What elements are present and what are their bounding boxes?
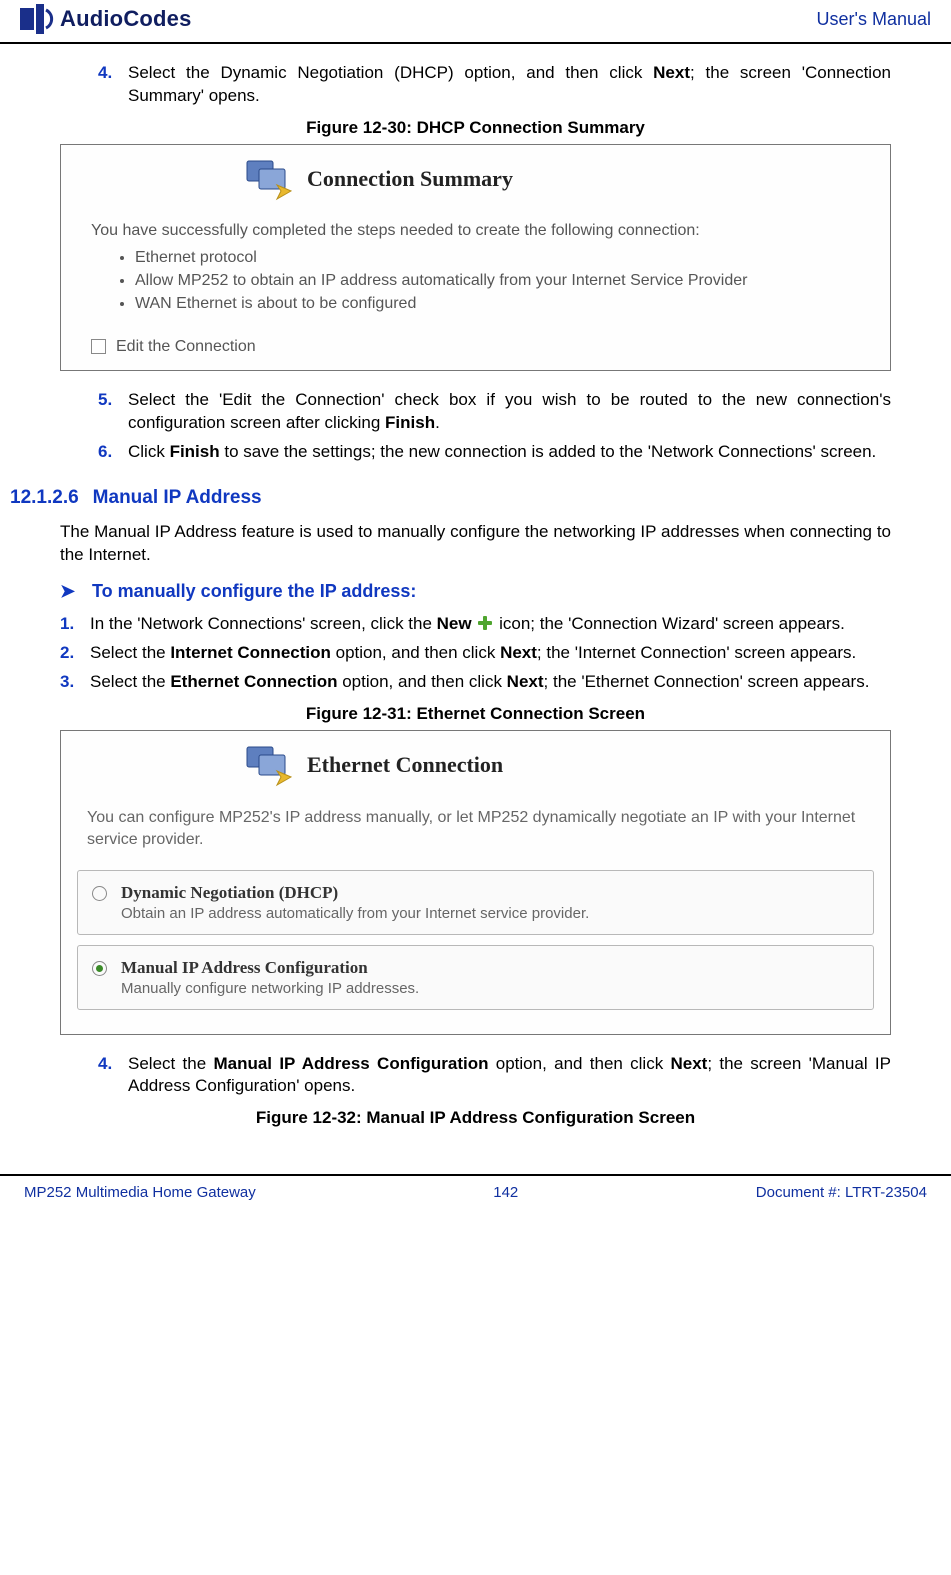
edit-connection-checkbox[interactable] bbox=[91, 339, 106, 354]
screenshot-ethernet-connection: Ethernet Connection You can configure MP… bbox=[60, 730, 891, 1035]
text: option, and then click bbox=[488, 1054, 670, 1073]
footer-doc-number: Document #: LTRT-23504 bbox=[756, 1184, 927, 1201]
section-number: 12.1.2.6 bbox=[10, 487, 79, 509]
option-manual-ip[interactable]: Manual IP Address Configuration Manually… bbox=[77, 945, 874, 1010]
screenshot-title: Connection Summary bbox=[307, 166, 513, 192]
footer-left: MP252 Multimedia Home Gateway bbox=[24, 1184, 256, 1201]
audiocodes-logo-icon bbox=[20, 4, 54, 34]
text: option, and then click bbox=[331, 643, 500, 662]
step-number: 6. bbox=[98, 441, 128, 464]
step-number: 4. bbox=[98, 1053, 128, 1099]
procedure-heading: ➤ To manually configure the IP address: bbox=[60, 581, 891, 603]
list-item: Ethernet protocol bbox=[135, 246, 872, 269]
option-content: Dynamic Negotiation (DHCP) Obtain an IP … bbox=[121, 883, 589, 922]
section-title: Manual IP Address bbox=[93, 487, 262, 509]
bold: New bbox=[437, 614, 472, 633]
text: Click bbox=[128, 442, 170, 461]
step-text: Select the Internet Connection option, a… bbox=[90, 642, 891, 665]
bold: Finish bbox=[385, 413, 435, 432]
screenshot-connection-summary: Connection Summary You have successfully… bbox=[60, 144, 891, 371]
step-number: 3. bbox=[60, 671, 90, 694]
text: Select the Dynamic Negotiation (DHCP) op… bbox=[128, 63, 653, 82]
list-item: WAN Ethernet is about to be configured bbox=[135, 292, 872, 315]
text: Select the bbox=[90, 643, 170, 662]
screenshot-body: You have successfully completed the step… bbox=[61, 213, 890, 330]
bold: Finish bbox=[170, 442, 220, 461]
text: Select the bbox=[128, 1054, 213, 1073]
step-number: 4. bbox=[98, 62, 128, 108]
network-emblem-icon bbox=[241, 155, 293, 203]
bold: Next bbox=[507, 672, 544, 691]
option-subtitle: Obtain an IP address automatically from … bbox=[121, 905, 589, 922]
step-5: 5. Select the 'Edit the Connection' chec… bbox=[98, 389, 891, 435]
radio-manual-ip[interactable] bbox=[92, 961, 107, 976]
step-text: In the 'Network Connections' screen, cli… bbox=[90, 613, 891, 636]
option-subtitle: Manually configure networking IP address… bbox=[121, 980, 419, 997]
text: . bbox=[435, 413, 440, 432]
screenshot-description: You can configure MP252's IP address man… bbox=[61, 799, 890, 870]
bold: Next bbox=[671, 1054, 708, 1073]
screenshot-title-row: Connection Summary bbox=[61, 145, 890, 213]
screenshot-title: Ethernet Connection bbox=[307, 752, 503, 778]
bold: Manual IP Address Configuration bbox=[213, 1054, 488, 1073]
step-text: Select the Ethernet Connection option, a… bbox=[90, 671, 891, 694]
text: Select the bbox=[90, 672, 170, 691]
page-footer: MP252 Multimedia Home Gateway 142 Docume… bbox=[0, 1174, 951, 1221]
step-text: Select the Dynamic Negotiation (DHCP) op… bbox=[128, 62, 891, 108]
right-arrow-icon: ➤ bbox=[60, 581, 82, 603]
text: ; the 'Ethernet Connection' screen appea… bbox=[544, 672, 870, 691]
bold: Next bbox=[500, 643, 537, 662]
page-header: AudioCodes User's Manual bbox=[0, 0, 951, 44]
bold: Next bbox=[653, 63, 690, 82]
figure-12-30-caption: Figure 12-30: DHCP Connection Summary bbox=[60, 118, 891, 138]
step-text: Select the Manual IP Address Configurati… bbox=[128, 1053, 891, 1099]
option-title: Dynamic Negotiation (DHCP) bbox=[121, 883, 589, 903]
option-content: Manual IP Address Configuration Manually… bbox=[121, 958, 419, 997]
network-emblem-icon bbox=[241, 741, 293, 789]
bold: Internet Connection bbox=[170, 643, 331, 662]
step-number: 2. bbox=[60, 642, 90, 665]
bold: Ethernet Connection bbox=[170, 672, 337, 691]
screenshot-title-row: Ethernet Connection bbox=[61, 731, 890, 799]
procedure-title: To manually configure the IP address: bbox=[92, 581, 416, 602]
text: Select the 'Edit the Connection' check b… bbox=[128, 390, 891, 432]
brand-logo: AudioCodes bbox=[20, 4, 192, 34]
proc-step-3: 3. Select the Ethernet Connection option… bbox=[60, 671, 891, 694]
step-number: 1. bbox=[60, 613, 90, 636]
figure-12-31-caption: Figure 12-31: Ethernet Connection Screen bbox=[60, 704, 891, 724]
option-title: Manual IP Address Configuration bbox=[121, 958, 419, 978]
plus-icon bbox=[476, 614, 494, 632]
step-text: Select the 'Edit the Connection' check b… bbox=[128, 389, 891, 435]
edit-connection-label: Edit the Connection bbox=[116, 338, 256, 356]
screenshot-lead-text: You have successfully completed the step… bbox=[91, 219, 872, 242]
text: In the 'Network Connections' screen, cli… bbox=[90, 614, 437, 633]
proc-step-1: 1. In the 'Network Connections' screen, … bbox=[60, 613, 891, 636]
step-6: 6. Click Finish to save the settings; th… bbox=[98, 441, 891, 464]
step-4: 4. Select the Dynamic Negotiation (DHCP)… bbox=[98, 62, 891, 108]
step-number: 5. bbox=[98, 389, 128, 435]
list-item: Allow MP252 to obtain an IP address auto… bbox=[135, 269, 872, 292]
footer-page-number: 142 bbox=[493, 1184, 518, 1201]
option-dhcp[interactable]: Dynamic Negotiation (DHCP) Obtain an IP … bbox=[77, 870, 874, 935]
text: ; the 'Internet Connection' screen appea… bbox=[537, 643, 856, 662]
edit-connection-row: Edit the Connection bbox=[61, 330, 890, 370]
text: icon; the 'Connection Wizard' screen app… bbox=[499, 614, 845, 633]
radio-dhcp[interactable] bbox=[92, 886, 107, 901]
text: option, and then click bbox=[338, 672, 507, 691]
header-manual-label: User's Manual bbox=[817, 9, 931, 30]
section-heading-manual-ip: 12.1.2.6 Manual IP Address bbox=[10, 487, 891, 509]
brand-name: AudioCodes bbox=[60, 6, 192, 32]
proc-step-4: 4. Select the Manual IP Address Configur… bbox=[98, 1053, 891, 1099]
proc-step-2: 2. Select the Internet Connection option… bbox=[60, 642, 891, 665]
step-text: Click Finish to save the settings; the n… bbox=[128, 441, 891, 464]
figure-12-32-caption: Figure 12-32: Manual IP Address Configur… bbox=[60, 1108, 891, 1128]
section-paragraph: The Manual IP Address feature is used to… bbox=[60, 521, 891, 567]
text: to save the settings; the new connection… bbox=[220, 442, 877, 461]
